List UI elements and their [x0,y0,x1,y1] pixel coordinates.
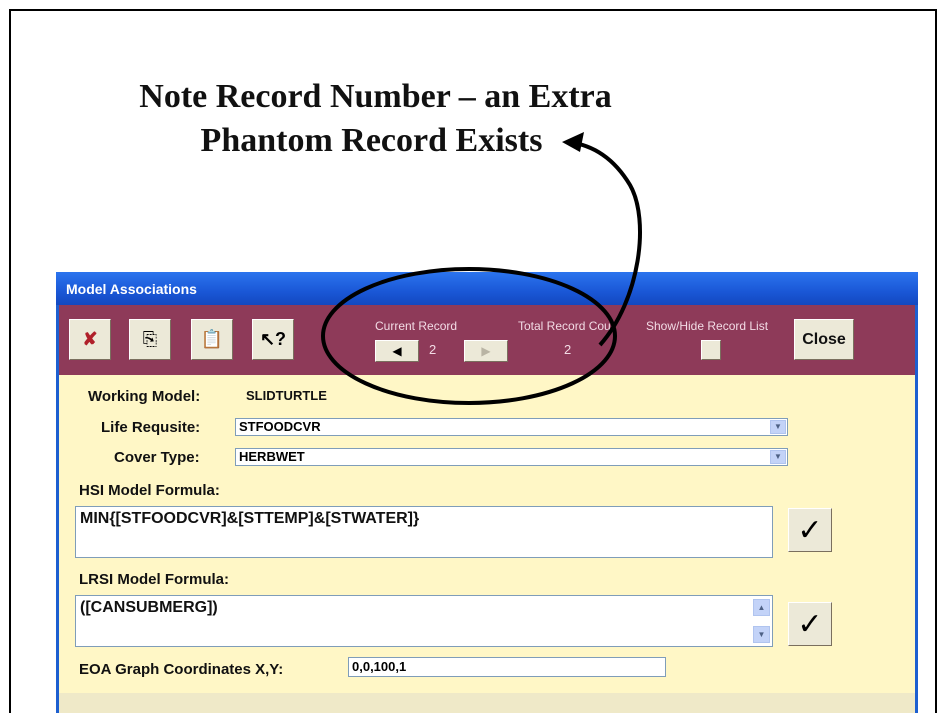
validate-lrsi-button[interactable]: ✓ [788,602,832,646]
eoa-coordinates-field[interactable]: 0,0,100,1 [348,657,666,677]
life-requisite-label: Life Requsite: [101,419,201,436]
form-bottom-strip [59,693,915,713]
close-button[interactable]: Close [794,319,854,360]
cover-type-label: Cover Type: [114,449,200,466]
hsi-formula-label: HSI Model Formula: [79,482,220,499]
previous-record-button[interactable]: ◀ [375,340,419,362]
life-requisite-combo[interactable]: STFOODCVR ▼ [235,418,788,436]
cover-type-value: HERBWET [239,449,305,464]
paste-button[interactable]: 📋 [191,319,233,360]
help-button[interactable]: ↖? [252,319,294,360]
copy-icon: ⎘ [142,329,158,349]
current-record-label: Current Record [375,319,458,333]
window-titlebar: Model Associations [56,272,918,305]
next-record-button[interactable]: ▶ [464,340,508,362]
checkmark-icon: ✓ [797,513,823,547]
triangle-right-icon: ▶ [481,344,491,358]
paste-icon: 📋 [200,329,224,349]
show-hide-record-list-label: Show/Hide Record List [646,319,769,333]
scroll-down-button[interactable]: ▼ [753,626,770,643]
cover-type-combo[interactable]: HERBWET ▼ [235,448,788,466]
validate-hsi-button[interactable]: ✓ [788,508,832,552]
chevron-down-icon[interactable]: ▼ [770,420,786,434]
eoa-coordinates-label: EOA Graph Coordinates X,Y: [79,661,284,678]
annotation-line-2: Phantom Record Exists [200,122,543,159]
copy-button[interactable]: ⎘ [129,319,171,360]
total-record-value: 2 [564,342,572,357]
annotation-line-1: Note Record Number – an Extra [139,78,612,115]
window-title: Model Associations [66,281,197,297]
chevron-down-icon: ▼ [757,630,766,639]
lrsi-formula-field[interactable]: ([CANSUBMERG]) [75,595,773,647]
show-hide-record-list-checkbox[interactable] [701,340,721,360]
hsi-formula-field[interactable]: MIN{[STFOODCVR]&[STTEMP]&[STWATER]} [75,506,773,558]
checkmark-icon: ✓ [797,607,823,641]
lrsi-formula-value: ([CANSUBMERG]) [80,599,218,616]
whats-this-help-icon: ↖? [259,329,287,349]
record-toolbar: ✘ ⎘ 📋 ↖? Current Record ◀ 2 ▶ Total Reco… [59,305,915,375]
chevron-up-icon: ▲ [757,603,766,612]
triangle-left-icon: ◀ [392,344,402,358]
delete-record-icon: ✘ [82,329,98,349]
working-model-value: SLIDTURTLE [246,388,327,403]
scroll-up-button[interactable]: ▲ [753,599,770,616]
total-record-label: Total Record Count [518,319,614,333]
delete-record-button[interactable]: ✘ [69,319,111,360]
current-record-value: 2 [429,342,437,357]
life-requisite-value: STFOODCVR [239,419,321,434]
working-model-label: Working Model: [88,388,201,405]
chevron-down-icon[interactable]: ▼ [770,450,786,464]
lrsi-formula-label: LRSI Model Formula: [79,571,229,588]
